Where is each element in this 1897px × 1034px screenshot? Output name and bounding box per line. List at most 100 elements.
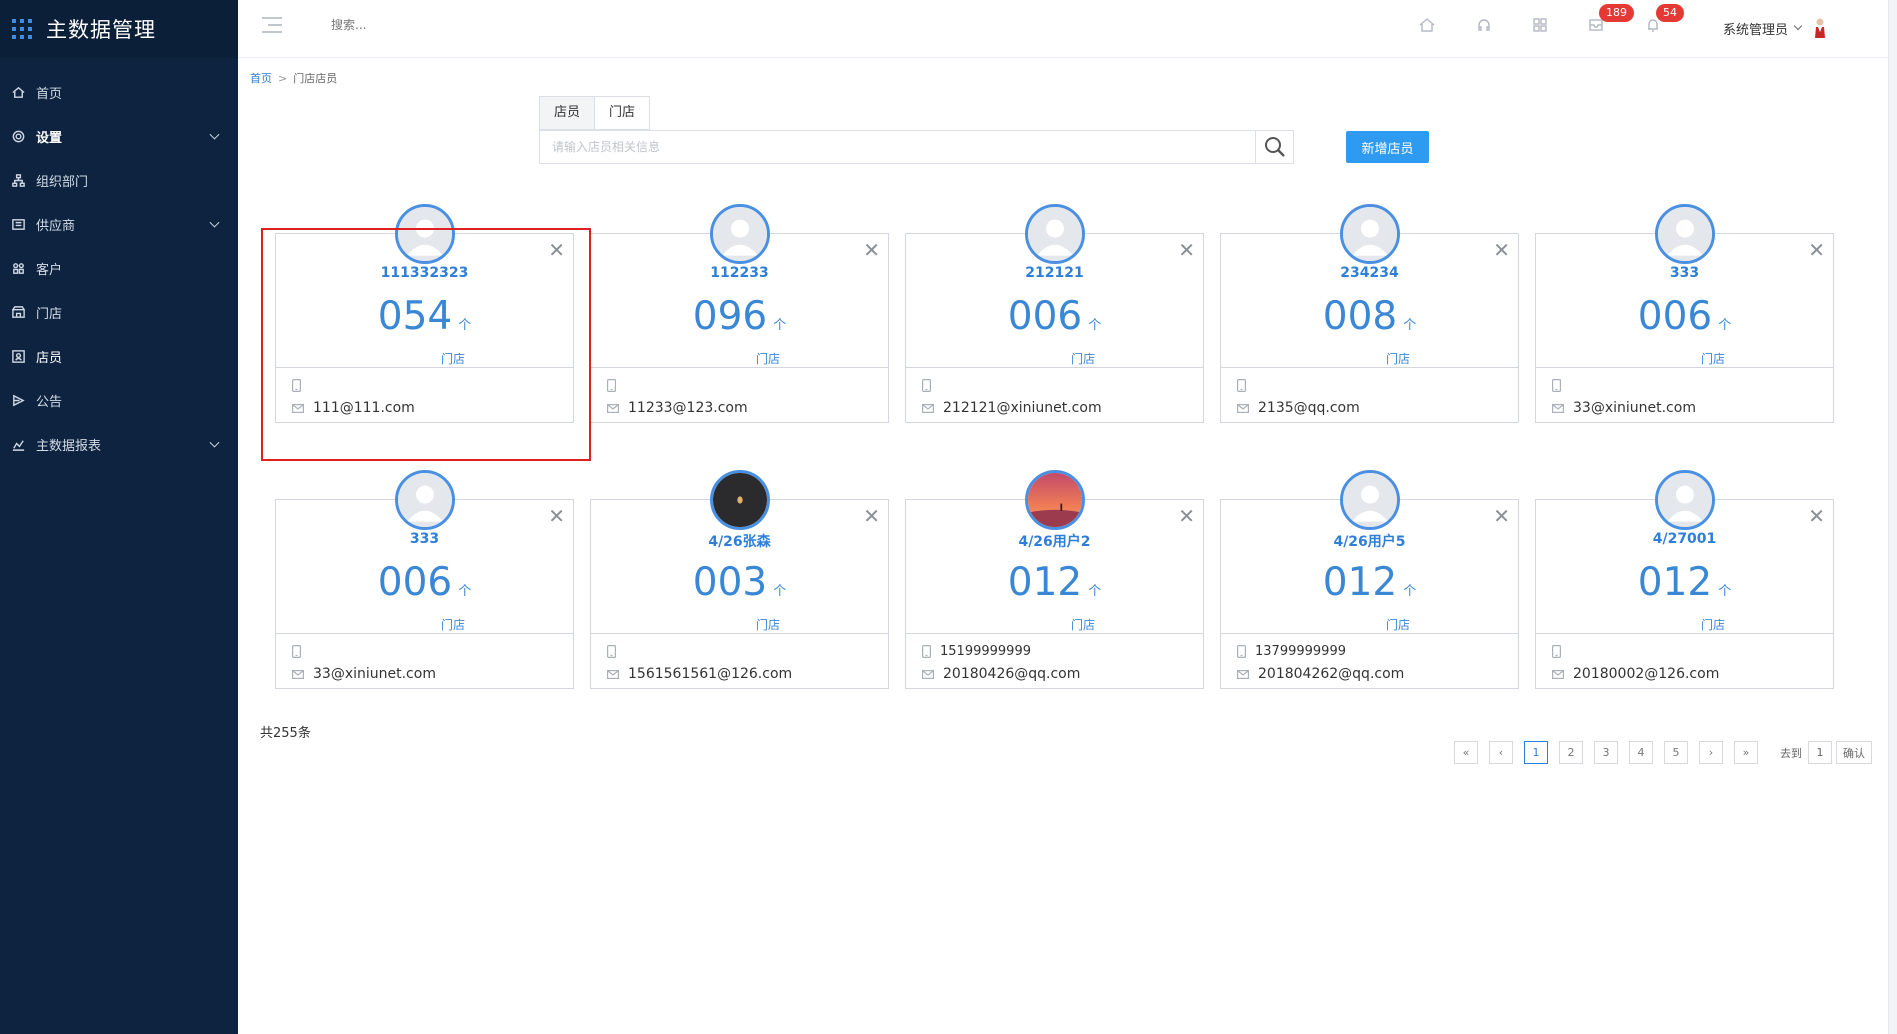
tab-store[interactable]: 门店	[595, 96, 651, 130]
sidebar-item-gear[interactable]: 设置	[0, 114, 238, 158]
sidebar-item-supplier[interactable]: 供应商	[0, 202, 238, 246]
home-icon[interactable]	[1418, 16, 1436, 34]
clerk-card[interactable]: ✕ 333 006 个门店 33@xiniunet.com	[275, 470, 574, 689]
apps-grid-icon[interactable]	[1531, 16, 1549, 34]
store-link[interactable]: 门店	[441, 350, 465, 367]
close-icon[interactable]: ✕	[1493, 506, 1510, 526]
phone-number: 15199999999	[940, 643, 1031, 659]
chevron-down-icon[interactable]	[209, 129, 220, 140]
clerk-name[interactable]: 4/26张森	[591, 531, 888, 551]
page-scrollbar[interactable]	[1888, 0, 1897, 1034]
sidebar-item-announcement[interactable]: 公告	[0, 378, 238, 422]
goto-page-input[interactable]: 1	[1808, 741, 1832, 764]
avatar[interactable]	[1339, 204, 1400, 264]
user-menu[interactable]: 系统管理员	[1723, 17, 1827, 39]
clerk-card[interactable]: ✕ 212121 006 个门店 212121@xiniunet.com	[905, 204, 1204, 423]
clerk-card[interactable]: ✕ 4/26用户2 012 个门店 15199999999 20180426@qq.com	[905, 470, 1204, 689]
close-icon[interactable]: ✕	[1808, 240, 1825, 260]
store-link[interactable]: 门店	[441, 616, 465, 633]
sidebar-item-store[interactable]: 门店	[0, 290, 238, 334]
store-count: 006 个	[906, 294, 1203, 339]
messages-badge: 189	[1599, 4, 1634, 22]
avatar[interactable]	[1024, 470, 1085, 530]
bell-icon[interactable]: 54	[1644, 4, 1684, 34]
close-icon[interactable]: ✕	[548, 240, 565, 260]
sidebar-item-chart[interactable]: 主数据报表	[0, 422, 238, 466]
clerk-name[interactable]: 333	[1536, 265, 1833, 281]
avatar[interactable]	[394, 470, 455, 530]
add-clerk-button[interactable]: 新增店员	[1346, 131, 1429, 163]
avatar[interactable]	[709, 204, 770, 264]
avatar[interactable]	[709, 470, 770, 530]
close-icon[interactable]: ✕	[1808, 506, 1825, 526]
search-button[interactable]	[1255, 131, 1293, 163]
close-icon[interactable]: ✕	[1178, 506, 1195, 526]
clerk-card[interactable]: ✕ 4/26张森 003 个门店 1561561561@126.com	[590, 470, 889, 689]
prev-page-button[interactable]: ‹	[1489, 741, 1513, 764]
sidebar-item-label: 主数据报表	[36, 438, 102, 454]
page-2-button[interactable]: 2	[1559, 741, 1583, 764]
phone-icon	[292, 644, 301, 658]
sidebar-item-clerk[interactable]: 店员	[0, 334, 238, 378]
menu-toggle-icon[interactable]	[262, 17, 282, 33]
sidebar: 主数据管理 首页 设置 组织部门 供应商 客户门店店员 公告主数据报表	[0, 0, 238, 1034]
clerk-name[interactable]: 212121	[906, 265, 1203, 281]
store-link[interactable]: 门店	[1386, 616, 1410, 633]
avatar[interactable]	[1654, 470, 1715, 530]
page-3-button[interactable]: 3	[1594, 741, 1618, 764]
clerk-name[interactable]: 4/26用户2	[906, 531, 1203, 551]
store-link[interactable]: 门店	[756, 616, 780, 633]
close-icon[interactable]: ✕	[548, 506, 565, 526]
last-page-button[interactable]: »	[1734, 741, 1758, 764]
sidebar-item-home[interactable]: 首页	[0, 70, 238, 114]
store-link[interactable]: 门店	[756, 350, 780, 367]
total-count: 共255条	[260, 726, 311, 741]
close-icon[interactable]: ✕	[863, 506, 880, 526]
store-link[interactable]: 门店	[1701, 350, 1725, 367]
brand[interactable]: 主数据管理	[0, 0, 238, 58]
avatar[interactable]	[1024, 204, 1085, 264]
first-page-button[interactable]: «	[1454, 741, 1478, 764]
chevron-down-icon[interactable]	[209, 437, 220, 448]
clerk-card[interactable]: ✕ 111332323 054 个门店 111@111.com	[275, 204, 574, 423]
global-search-input[interactable]	[331, 18, 531, 32]
close-icon[interactable]: ✕	[863, 240, 880, 260]
chevron-down-icon[interactable]	[209, 217, 220, 228]
store-link[interactable]: 门店	[1071, 616, 1095, 633]
clerk-name[interactable]: 4/27001	[1536, 531, 1833, 547]
store-count-value: 006	[377, 560, 453, 605]
avatar[interactable]	[394, 204, 455, 264]
clerk-search-input[interactable]	[540, 131, 1240, 163]
clerk-name[interactable]: 333	[276, 531, 573, 547]
avatar[interactable]	[1654, 204, 1715, 264]
store-link[interactable]: 门店	[1071, 350, 1095, 367]
page-4-button[interactable]: 4	[1629, 741, 1653, 764]
clerk-card[interactable]: ✕ 4/26用户5 012 个门店 13799999999 201804262@qq.co…	[1220, 470, 1519, 689]
close-icon[interactable]: ✕	[1493, 240, 1510, 260]
clerk-name[interactable]: 111332323	[276, 265, 573, 281]
sidebar-item-org-chart[interactable]: 组织部门	[0, 158, 238, 202]
breadcrumb-home-link[interactable]: 首页	[250, 72, 272, 85]
clerk-card[interactable]: ✕ 234234 008 个门店 2135@qq.com	[1220, 204, 1519, 423]
sidebar-item-customer[interactable]: 客户	[0, 246, 238, 290]
mail-icon	[922, 669, 934, 679]
page-1-button[interactable]: 1	[1524, 741, 1548, 764]
avatar[interactable]	[1339, 470, 1400, 530]
clerk-card[interactable]: ✕ 4/27001 012 个门店 20180002@126.com	[1535, 470, 1834, 689]
goto-confirm-button[interactable]: 确认	[1836, 741, 1872, 764]
clerk-name[interactable]: 234234	[1221, 265, 1518, 281]
clerk-card[interactable]: ✕ 333 006 个门店 33@xiniunet.com	[1535, 204, 1834, 423]
close-icon[interactable]: ✕	[1178, 240, 1195, 260]
next-page-button[interactable]: ›	[1699, 741, 1723, 764]
clerk-name[interactable]: 112233	[591, 265, 888, 281]
clerk-name[interactable]: 4/26用户5	[1221, 531, 1518, 551]
messages-icon[interactable]: 189	[1587, 4, 1634, 34]
headset-icon[interactable]	[1475, 16, 1493, 34]
store-link[interactable]: 门店	[1701, 616, 1725, 633]
clerk-card[interactable]: ✕ 112233 096 个门店 11233@123.com	[590, 204, 889, 423]
tab-clerk[interactable]: 店员	[539, 96, 596, 130]
mail-icon	[1237, 669, 1249, 679]
page-5-button[interactable]: 5	[1664, 741, 1688, 764]
sidebar-item-label: 门店	[36, 306, 63, 322]
store-link[interactable]: 门店	[1386, 350, 1410, 367]
